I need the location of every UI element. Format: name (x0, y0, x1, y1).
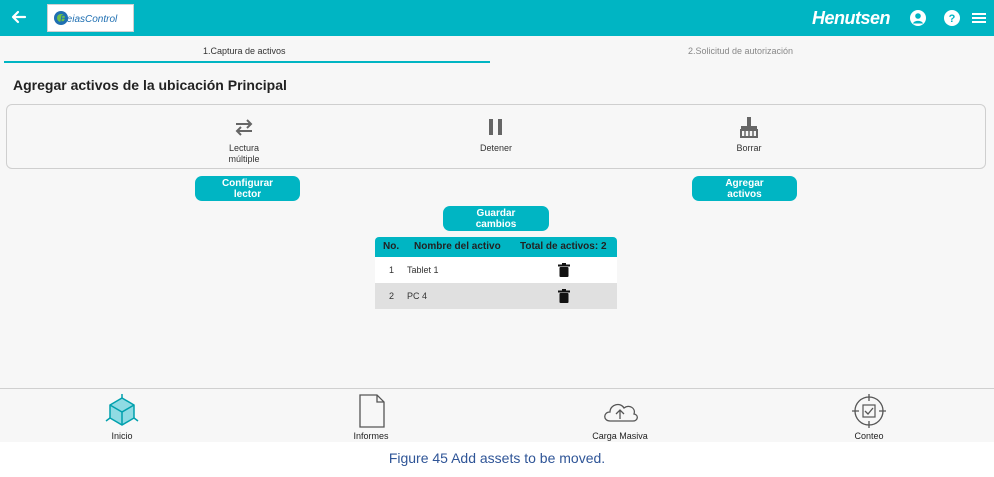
nav-home-label: Inicio (111, 431, 133, 441)
top-bar: BeiasControl Henutsen ? (0, 0, 994, 36)
back-arrow-icon[interactable] (8, 6, 30, 28)
delete-icon[interactable] (558, 263, 570, 282)
help-icon[interactable]: ? (943, 9, 961, 27)
active-step-indicator (4, 61, 490, 63)
menu-icon[interactable] (970, 9, 988, 27)
delete-icon[interactable] (558, 289, 570, 308)
table-row: 2 PC 4 (375, 283, 617, 309)
nav-reports-label: Informes (353, 431, 389, 441)
multi-read-label-2: múltiple (228, 154, 260, 164)
nav-count-label: Conteo (854, 431, 884, 441)
pause-icon (489, 119, 502, 135)
configure-reader-label-1: Configurar (221, 178, 274, 189)
multi-read-label-1: Lectura (228, 143, 260, 153)
cube-icon (105, 394, 139, 426)
logo-text: BeiasControl (60, 14, 118, 25)
col-total: Total de activos: 2 (520, 241, 607, 252)
nav-bulk-upload[interactable]: Carga Masiva (570, 393, 670, 441)
broom-icon (740, 117, 758, 138)
svg-text:?: ? (949, 13, 956, 25)
row-no: 2 (389, 291, 395, 301)
clear-action[interactable]: Borrar (704, 115, 794, 154)
col-asset-name: Nombre del activo (414, 241, 501, 252)
save-changes-label-2: cambios (475, 219, 517, 230)
target-check-icon (852, 394, 886, 428)
save-changes-label-1: Guardar (476, 208, 516, 219)
assets-table: No. Nombre del activo Total de activos: … (375, 237, 617, 309)
repeat-icon (235, 119, 253, 136)
add-assets-label-2: activos (727, 189, 762, 200)
clear-label: Borrar (736, 143, 762, 153)
save-changes-button[interactable]: Guardar cambios (443, 206, 549, 231)
company-logo: BeiasControl (47, 4, 134, 32)
figure-caption: Figure 45 Add assets to be moved. (388, 450, 606, 466)
row-asset-name: Tablet 1 (407, 265, 439, 275)
table-row: 1 Tablet 1 (375, 257, 617, 283)
stop-label: Detener (479, 143, 513, 153)
document-icon (359, 394, 385, 428)
add-assets-button[interactable]: Agregar activos (692, 176, 797, 201)
app-screen: BeiasControl Henutsen ? 1.Captura de act… (0, 0, 994, 442)
table-header: No. Nombre del activo Total de activos: … (375, 237, 617, 257)
col-no: No. (383, 241, 400, 252)
configure-reader-button[interactable]: Configurar lector (195, 176, 300, 201)
nav-bulk-upload-label: Carga Masiva (592, 431, 648, 441)
tab-capture-assets[interactable]: 1.Captura de activos (203, 46, 286, 56)
configure-reader-label-2: lector (233, 189, 262, 200)
row-asset-name: PC 4 (407, 291, 428, 301)
nav-count[interactable]: Conteo (819, 393, 919, 441)
nav-home[interactable]: Inicio (72, 393, 172, 441)
nav-reports[interactable]: Informes (321, 393, 421, 441)
reader-actions-panel: Lectura múltiple Detener Borrar (6, 104, 986, 169)
tab-authorization-request[interactable]: 2.Solicitud de autorización (688, 46, 793, 56)
cloud-upload-icon (604, 403, 638, 422)
brand-logo: Henutsen (812, 8, 891, 28)
row-no: 1 (389, 265, 395, 275)
multi-read-action[interactable]: Lectura múltiple (199, 115, 289, 165)
add-assets-label-1: Agregar (725, 178, 764, 189)
stop-action[interactable]: Detener (451, 115, 541, 154)
bottom-navigation: Inicio Informes Carga Masiva Conteo (0, 388, 994, 442)
page-title: Agregar activos de la ubicación Principa… (13, 77, 287, 93)
user-icon[interactable] (909, 9, 927, 27)
